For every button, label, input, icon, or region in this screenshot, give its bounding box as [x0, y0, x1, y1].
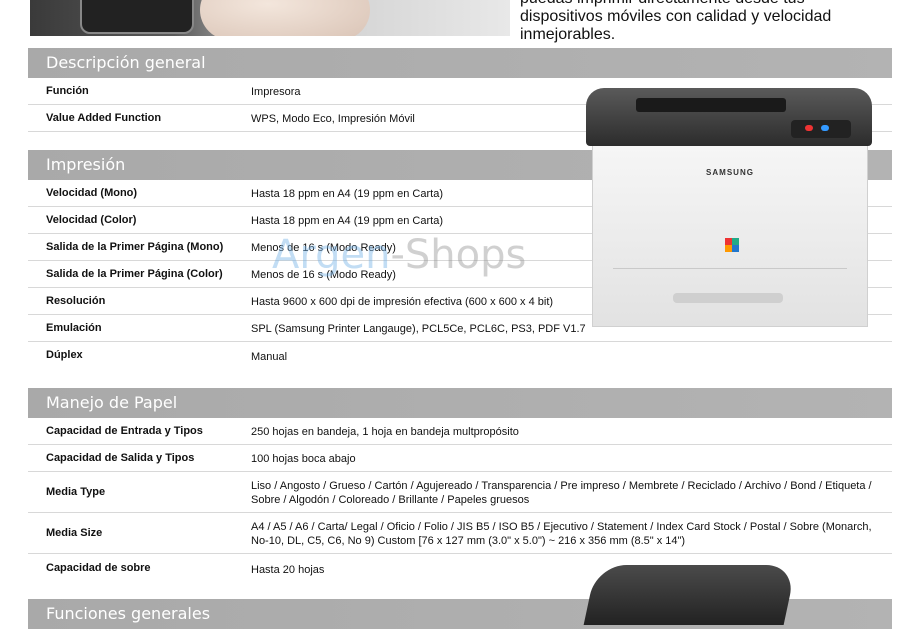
watermark-part: -Shops	[390, 232, 527, 278]
printer-product-image-secondary	[583, 565, 797, 625]
spec-label: Capacidad de Entrada y Tipos	[46, 425, 203, 437]
spec-value: A4 / A5 / A6 / Carta/ Legal / Oficio / F…	[251, 521, 872, 547]
mobile-device-image	[80, 0, 194, 34]
section-header-descripcion: Descripción general	[28, 48, 892, 78]
spec-label: Capacidad de Salida y Tipos	[46, 452, 195, 464]
section-header-manejo-papel: Manejo de Papel	[28, 388, 892, 418]
spec-row: Dúplex Manual	[28, 342, 892, 370]
printer-brand-label: SAMSUNG	[706, 168, 754, 177]
spec-label: Salida de la Primer Página (Mono)	[46, 241, 224, 253]
spec-label: Dúplex	[46, 349, 83, 361]
printer-red-button	[805, 125, 813, 131]
spec-value: 250 hojas en bandeja, 1 hoja en bandeja …	[251, 426, 519, 438]
printer-paper-tray	[613, 268, 847, 313]
spec-label: Value Added Function	[46, 112, 162, 124]
spec-label: Resolución	[46, 295, 106, 307]
promo-line: inmejorables.	[520, 26, 616, 43]
spec-row: Capacidad de Salida y Tipos 100 hojas bo…	[28, 445, 892, 472]
promo-text: puedas imprimir directamente desde tus d…	[520, 0, 880, 44]
promo-line: dispositivos móviles con calidad y veloc…	[520, 8, 832, 25]
spec-label: Media Size	[46, 527, 103, 539]
watermark-part: Argen	[272, 232, 391, 278]
color-logo-icon	[725, 238, 739, 252]
spec-label: Emulación	[46, 322, 102, 334]
promo-line: puedas imprimir directamente desde tus	[520, 0, 880, 8]
hand-image	[200, 0, 370, 36]
spec-label: Capacidad de sobre	[46, 562, 151, 574]
spec-value: Liso / Angosto / Grueso / Cartón / Aguje…	[251, 480, 872, 506]
spec-label: Media Type	[46, 486, 106, 498]
spec-row: Media Size A4 / A5 / A6 / Carta/ Legal /…	[28, 513, 892, 554]
spec-value: Manual	[251, 351, 288, 363]
hero-photo	[30, 0, 510, 36]
spec-label: Salida de la Primer Página (Color)	[46, 268, 223, 280]
printer-top	[586, 88, 872, 146]
spec-row: Media Type Liso / Angosto / Grueso / Car…	[28, 472, 892, 513]
printer-product-image: SAMSUNG	[586, 88, 872, 328]
printer-top	[583, 565, 797, 625]
spec-value: 100 hojas boca abajo	[251, 453, 356, 465]
watermark-logo: Argen-Shops	[272, 232, 526, 278]
printer-output-slot	[636, 98, 786, 112]
spec-label: Velocidad (Mono)	[46, 187, 138, 199]
printer-blue-button	[821, 125, 829, 131]
spec-row: Capacidad de Entrada y Tipos 250 hojas e…	[28, 418, 892, 445]
spec-label: Velocidad (Color)	[46, 214, 137, 226]
spec-label: Función	[46, 85, 89, 97]
printer-body: SAMSUNG	[592, 146, 868, 327]
printer-tray-handle	[673, 293, 783, 303]
printer-control-panel	[791, 120, 851, 138]
